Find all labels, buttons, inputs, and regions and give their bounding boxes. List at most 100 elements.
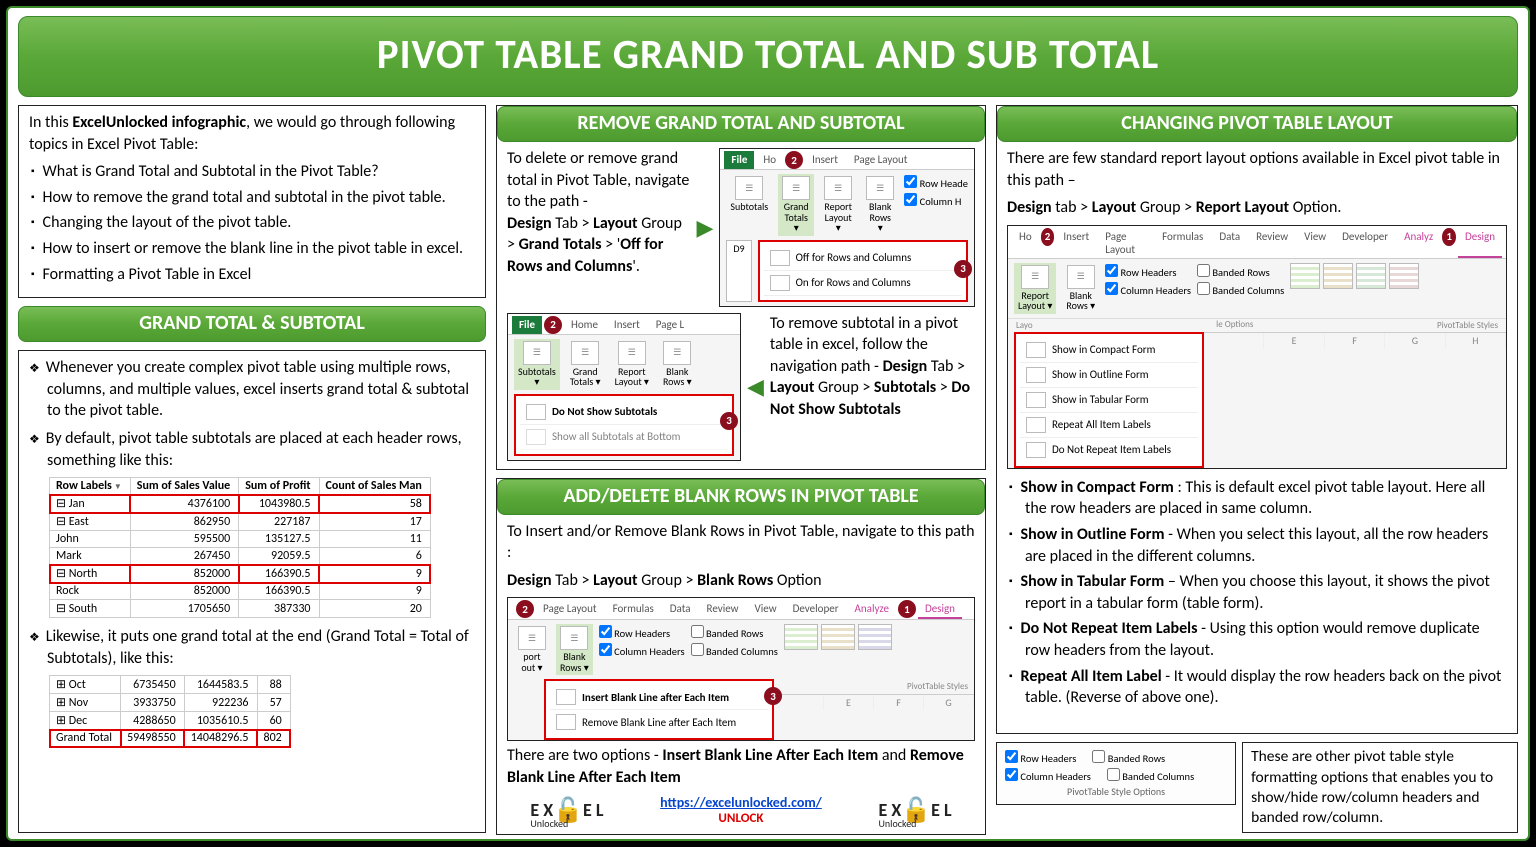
chk-column-headers[interactable]: Column Headers	[1105, 281, 1191, 297]
ribbon-tab-analyze[interactable]: Analyze	[848, 600, 896, 619]
chk-banded-rows[interactable]: Banded Rows	[691, 624, 778, 640]
ribbon-tab[interactable]: Page L	[649, 316, 691, 334]
menu-compact[interactable]: Show in Compact Form	[1020, 338, 1198, 363]
chk-row-headers[interactable]: Row Heade	[904, 174, 968, 190]
chk-column-headers[interactable]: Column Headers	[1005, 767, 1091, 783]
ribbon-tab[interactable]: View	[748, 600, 784, 619]
ribbon-btn-blankrows[interactable]: ☰BlankRows ▾	[862, 174, 898, 236]
ribbon-tab-design[interactable]: Design	[1458, 228, 1502, 258]
ribbon-tab[interactable]: Insert	[805, 151, 845, 169]
ribbon-tab-file[interactable]: File	[724, 151, 754, 169]
ribbon-tab-file[interactable]: File	[512, 316, 542, 334]
ribbon-tab-analyze[interactable]: Analyz	[1397, 228, 1440, 258]
cell: ⊞ Oct	[50, 676, 121, 694]
ribbon-tab[interactable]: Page Layout	[1098, 228, 1153, 258]
site-link[interactable]: https://excelunlocked.com/	[660, 794, 822, 811]
ribbon-subtotals: File 2 Home Insert Page L ☰Subtotals▾ ☰G…	[507, 313, 741, 461]
menu-norepeat[interactable]: Do Not Repeat Item Labels	[1020, 438, 1198, 462]
chk-banded-rows[interactable]: Banded Rows	[1197, 263, 1284, 279]
menu-outline[interactable]: Show in Outline Form	[1020, 363, 1198, 388]
ribbon-tab[interactable]: Insert	[607, 316, 647, 334]
chk-row-headers[interactable]: Row Headers	[1105, 263, 1191, 279]
ribbon-btn-grandtotals[interactable]: ☰GrandTotals ▾	[778, 174, 814, 236]
ribbon-tab[interactable]: Page Layout	[847, 151, 915, 169]
ribbon-btn-reportlayout[interactable]: ☰ReportLayout ▾	[1014, 263, 1056, 314]
cell: ⊟ East	[50, 513, 131, 531]
cell: 14048296.5	[184, 730, 257, 747]
ribbon-btn-reportlayout[interactable]: ☰ReportLayout ▾	[820, 174, 856, 236]
ribbon-tab[interactable]: Ho	[756, 151, 783, 169]
chk-banded-cols[interactable]: Banded Columns	[691, 642, 778, 658]
ribbon-tab[interactable]: Page Layout	[536, 600, 604, 619]
step-badge-3: 3	[954, 260, 972, 278]
chk-banded-cols[interactable]: Banded Columns	[1197, 281, 1284, 297]
ribbon-tab[interactable]: Developer	[786, 600, 846, 619]
blank-intro: To Insert and/or Remove Blank Rows in Pi…	[507, 521, 975, 564]
column-2: REMOVE GRAND TOTAL AND SUBTOTAL To delet…	[496, 105, 986, 833]
chk-banded-cols[interactable]: Banded Columns	[1107, 767, 1194, 783]
menu-show-subtotals-bottom[interactable]: Show all Subtotals at Bottom	[520, 425, 728, 450]
layout-path: Design tab > Layout Group > Report Layou…	[1007, 197, 1507, 219]
chk-column-headers[interactable]: Column Headers	[599, 642, 685, 658]
ribbon-tab[interactable]: Ho	[1012, 228, 1039, 258]
cell: 6	[319, 548, 430, 565]
ribbon-btn-report[interactable]: ☰portout ▾	[514, 624, 550, 675]
menu-do-not-show-subtotals[interactable]: Do Not Show Subtotals	[520, 400, 728, 425]
style-caption: PivotTable Style Options	[1005, 785, 1227, 798]
gtst-bullets2: Likewise, it puts one grand total at the…	[29, 626, 475, 669]
menu-remove-blank[interactable]: Remove Blank Line after Each Item	[550, 710, 768, 734]
ribbon-tab[interactable]: View	[1297, 228, 1333, 258]
cell: 802	[257, 730, 290, 747]
layout-bullet: Show in Compact Form : This is default e…	[1025, 477, 1507, 520]
cell: 1043980.5	[239, 495, 319, 513]
pivottable-styles-gallery[interactable]	[1290, 263, 1500, 289]
cell: 862950	[130, 513, 238, 531]
ribbon-tab[interactable]: Developer	[1335, 228, 1395, 258]
ribbon-btn-blankrows[interactable]: ☰BlankRows ▾	[659, 339, 696, 390]
layout-bullet: Show in Tabular Form – When you choose t…	[1025, 571, 1507, 614]
cell: 9	[319, 583, 430, 600]
ribbon-btn-blankrows[interactable]: ☰BlankRows ▾	[556, 624, 593, 675]
tbl-hdr: Sum of Profit	[239, 478, 319, 495]
ribbon-btn-subtotals[interactable]: ☰Subtotals▾	[514, 339, 560, 390]
pts-label: PivotTable Styles	[774, 679, 974, 694]
ribbon-btn-reportlayout[interactable]: ☰ReportLayout ▾	[611, 339, 653, 390]
ribbon-btn-grandtotals[interactable]: ☰GrandTotals ▾	[566, 339, 605, 390]
menu-off-rows-cols[interactable]: Off for Rows and Columns	[764, 246, 962, 271]
ribbon-tab[interactable]: Formulas	[1155, 228, 1210, 258]
menu-on-rows-cols[interactable]: On for Rows and Columns	[764, 271, 962, 296]
cell: 852000	[130, 565, 238, 583]
step-badge-2: 2	[544, 316, 562, 334]
ribbon-tab[interactable]: Data	[1212, 228, 1247, 258]
ribbon-tab[interactable]: Review	[700, 600, 746, 619]
tbl-hdr: Row Labels▼	[50, 478, 131, 495]
tbl-hdr: Count of Sales Man	[319, 478, 430, 495]
menu-tabular[interactable]: Show in Tabular Form	[1020, 388, 1198, 413]
gtst-bullet: Whenever you create complex pivot table …	[47, 357, 475, 422]
menu-insert-blank[interactable]: Insert Blank Line after Each Item	[550, 685, 768, 710]
chk-banded-rows[interactable]: Banded Rows	[1092, 749, 1165, 765]
ribbon-tab[interactable]: Insert	[1056, 228, 1096, 258]
ribbon-layout: Ho 2 Insert Page Layout Formulas Data Re…	[1007, 225, 1507, 469]
ribbon-tab-design[interactable]: Design	[918, 600, 962, 619]
menu-repeat[interactable]: Repeat All Item Labels	[1020, 413, 1198, 438]
cell: 227187	[239, 513, 319, 531]
ribbon-btn-subtotals[interactable]: ☰Subtotals	[726, 174, 772, 215]
ribbon-tab[interactable]: Home	[564, 316, 605, 334]
ribbon-tab[interactable]: Formulas	[606, 600, 661, 619]
pivottable-styles-gallery[interactable]	[784, 624, 968, 650]
cell: ⊟ Jan	[50, 495, 131, 513]
style-options-box: Row Headers Banded Rows Column Headers B…	[996, 742, 1236, 805]
chk-row-headers[interactable]: Row Headers	[1005, 749, 1076, 765]
cell-ref: D9	[726, 240, 751, 302]
chk-column-headers[interactable]: Column H	[904, 192, 968, 208]
cell: 59498550	[121, 730, 185, 747]
layout-panel: CHANGING PIVOT TABLE LAYOUT There are fe…	[996, 105, 1518, 734]
ribbon-tab[interactable]: Review	[1249, 228, 1295, 258]
cell: 88	[257, 676, 290, 694]
style-row: Row Headers Banded Rows Column Headers B…	[996, 742, 1518, 833]
ribbon-btn-blankrows[interactable]: ☰BlankRows ▾	[1062, 263, 1099, 314]
ribbon-tab[interactable]: Data	[663, 600, 698, 619]
cell: 60	[257, 712, 290, 730]
chk-row-headers[interactable]: Row Headers	[599, 624, 685, 640]
